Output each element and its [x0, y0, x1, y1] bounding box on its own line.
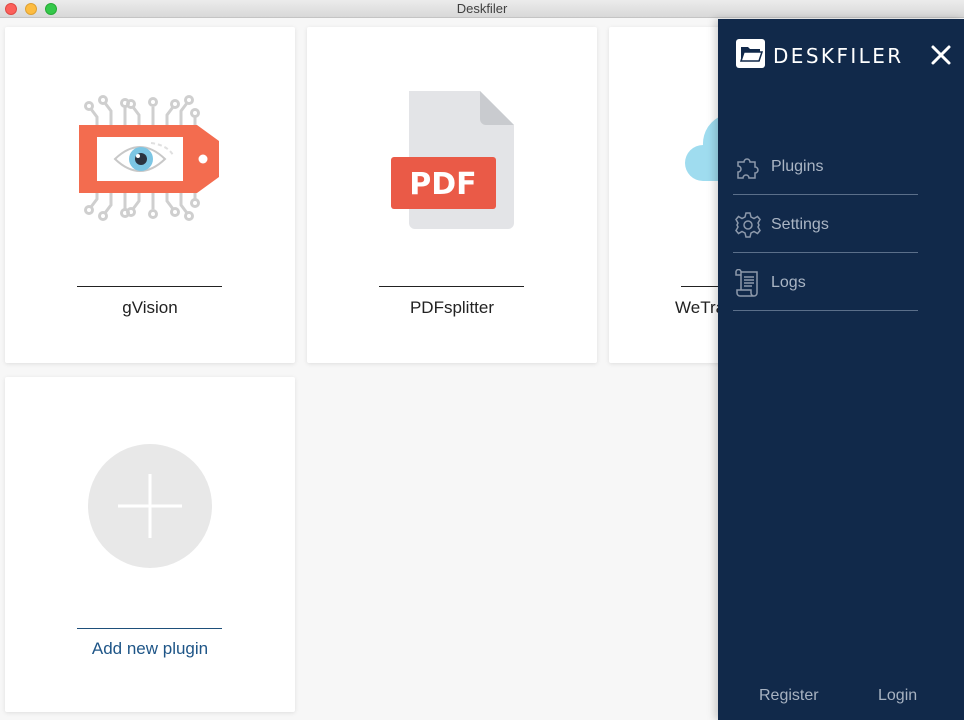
sidebar-item-plugins[interactable]: Plugins: [733, 137, 918, 195]
brand-name: DESKFILER: [773, 44, 904, 68]
gvision-eye-tag-icon: [5, 89, 295, 249]
sidebar-item-label: Logs: [771, 273, 806, 291]
pdf-file-icon: PDF: [307, 87, 597, 247]
sidebar-item-logs[interactable]: Logs: [733, 253, 918, 311]
puzzle-icon: [733, 152, 763, 182]
plugin-card-pdfsplitter[interactable]: PDF PDFsplitter: [307, 27, 597, 363]
gear-icon: [733, 210, 763, 240]
sidebar-item-settings[interactable]: Settings: [733, 195, 918, 253]
sidebar-item-label: Settings: [771, 215, 829, 233]
plugin-name: PDFsplitter: [409, 298, 495, 317]
close-sidebar-button[interactable]: [930, 44, 952, 66]
scroll-icon: [733, 268, 763, 298]
card-divider: [77, 628, 222, 629]
sidebar-footer: Register Login: [718, 687, 964, 707]
sidebar-menu: Plugins Settings Logs: [733, 137, 918, 311]
sidebar: DESKFILER Plugins Settings Logs Register…: [718, 19, 964, 720]
card-divider: [379, 286, 524, 287]
add-plugin-card[interactable]: Add new plugin: [5, 377, 295, 712]
close-icon: [931, 45, 951, 65]
plus-icon[interactable]: [5, 444, 295, 604]
plugin-name: gVision: [122, 298, 178, 317]
add-plugin-link[interactable]: Add new plugin: [5, 639, 295, 659]
register-link[interactable]: Register: [759, 687, 819, 705]
plugin-card-gvision[interactable]: gVision: [5, 27, 295, 363]
pdf-badge-text: PDF: [409, 167, 476, 202]
deskfiler-logo-icon: [736, 39, 765, 73]
card-divider: [77, 286, 222, 287]
window-title: Deskfiler: [456, 1, 508, 16]
brand: DESKFILER: [736, 39, 904, 73]
sidebar-item-label: Plugins: [771, 157, 824, 175]
window-titlebar: Deskfiler: [0, 0, 964, 18]
login-link[interactable]: Login: [878, 687, 917, 705]
